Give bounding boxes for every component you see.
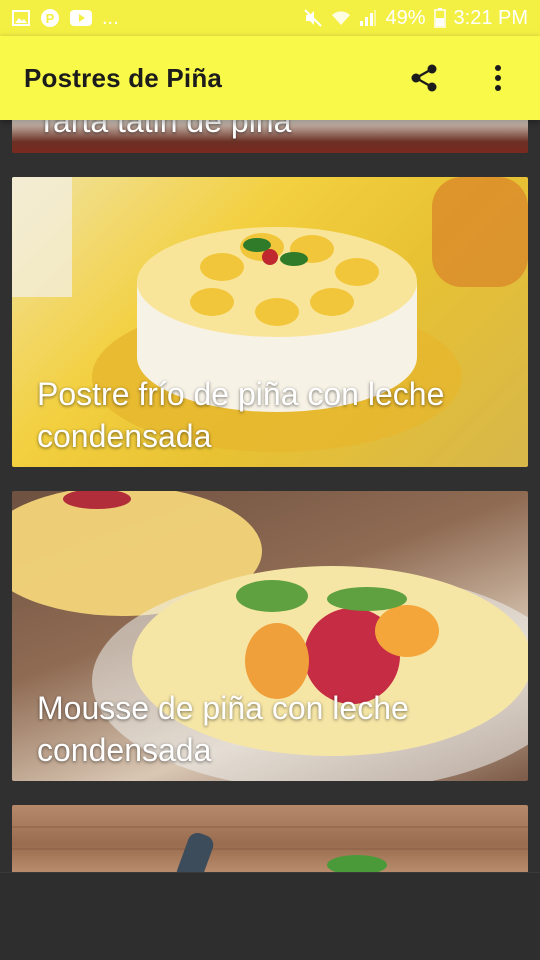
- status-left: P ...: [12, 7, 119, 30]
- bottom-area: [0, 872, 540, 960]
- youtube-icon: [70, 10, 92, 26]
- clock-time: 3:21 PM: [453, 6, 528, 29]
- status-bar: P ... 49% 3:21 PM: [0, 0, 540, 36]
- share-icon: [411, 64, 437, 92]
- svg-text:P: P: [46, 11, 55, 26]
- battery-percent: 49%: [385, 6, 426, 29]
- recipe-card[interactable]: Mousse de piña con leche condensada: [12, 491, 528, 781]
- pinterest-icon: P: [40, 8, 60, 28]
- image-icon: [12, 10, 30, 26]
- status-right: 49% 3:21 PM: [303, 7, 528, 30]
- app-title: Postres de Piña: [24, 62, 223, 93]
- dessert-illustration: [12, 826, 528, 872]
- recipe-card[interactable]: Postre frío de piña con leche condensada: [12, 177, 528, 467]
- recipe-list: Tarta tatin de piña Postre frío de piña …: [0, 120, 540, 872]
- recipe-title: Postre frío de piña con leche condensada: [37, 376, 445, 454]
- status-more-text: ...: [102, 6, 119, 29]
- recipe-image: [12, 805, 528, 872]
- app-actions: [406, 60, 516, 96]
- recipe-card[interactable]: [12, 805, 528, 872]
- mute-icon: [303, 8, 323, 28]
- recipe-title: Tarta tatin de piña: [37, 120, 292, 139]
- share-button[interactable]: [406, 60, 442, 96]
- app-bar: Postres de Piña: [0, 36, 540, 120]
- signal-icon: [359, 9, 377, 27]
- recipe-card[interactable]: Tarta tatin de piña: [12, 120, 528, 153]
- recipe-title: Mousse de piña con leche condensada: [37, 690, 409, 768]
- battery-icon: [433, 8, 446, 28]
- wifi-icon: [331, 9, 351, 27]
- more-options-button[interactable]: [480, 60, 516, 96]
- more-vert-icon: [495, 65, 501, 91]
